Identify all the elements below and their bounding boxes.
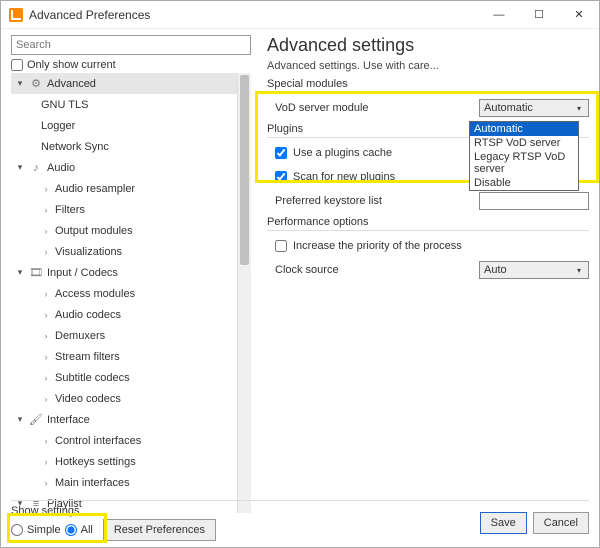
clock-source-label: Clock source: [267, 264, 479, 276]
tree-advanced[interactable]: ▾⚙Advanced: [11, 73, 237, 94]
save-button[interactable]: Save: [480, 512, 527, 534]
page-heading: Advanced settings: [267, 35, 589, 56]
show-settings-block: Show settings Simple All Reset Preferenc…: [11, 505, 216, 541]
radio-all[interactable]: All: [65, 524, 93, 536]
tree-output-modules[interactable]: ›Output modules: [11, 220, 237, 241]
tree-subtitle-codecs[interactable]: ›Subtitle codecs: [11, 367, 237, 388]
dropdown-option[interactable]: RTSP VoD server: [470, 136, 578, 150]
tree-logger[interactable]: Logger: [11, 115, 237, 136]
tree-scrollbar[interactable]: [237, 73, 251, 513]
radio-all-input[interactable]: [65, 524, 77, 536]
clock-source-row: Clock source Auto▾: [267, 259, 589, 281]
preferred-keystore-input[interactable]: [479, 192, 589, 210]
tree-stream-filters[interactable]: ›Stream filters: [11, 346, 237, 367]
tree-audio-resampler[interactable]: ›Audio resampler: [11, 178, 237, 199]
chevron-down-icon: ▾: [572, 102, 586, 114]
reset-preferences-button[interactable]: Reset Preferences: [103, 519, 216, 541]
radio-simple-input[interactable]: [11, 524, 23, 536]
tree-filters[interactable]: ›Filters: [11, 199, 237, 220]
scan-new-plugins-checkbox[interactable]: [275, 171, 287, 183]
tree-network-sync[interactable]: Network Sync: [11, 136, 237, 157]
audio-icon: ♪: [29, 161, 43, 175]
window-title: Advanced Preferences: [29, 8, 479, 22]
minimize-button[interactable]: —: [479, 1, 519, 29]
codec-icon: 🎞: [29, 266, 43, 280]
dropdown-option[interactable]: Automatic: [470, 122, 578, 136]
preferences-tree: ▾⚙Advanced GNU TLS Logger Network Sync ▾…: [11, 73, 251, 513]
chevron-down-icon: ▾: [572, 264, 586, 276]
page-subtitle: Advanced settings. Use with care...: [267, 60, 589, 72]
gear-icon: ⚙: [29, 77, 43, 91]
tree-video-codecs[interactable]: ›Video codecs: [11, 388, 237, 409]
tree-demuxers[interactable]: ›Demuxers: [11, 325, 237, 346]
vod-combo[interactable]: Automatic▾: [479, 99, 589, 117]
tree-interface[interactable]: ▾🖌Interface: [11, 409, 237, 430]
increase-priority-checkbox[interactable]: [275, 240, 287, 252]
tree-gnu-tls[interactable]: GNU TLS: [11, 94, 237, 115]
app-icon: [9, 8, 23, 22]
radio-simple[interactable]: Simple: [11, 524, 61, 536]
preferred-keystore-label: Preferred keystore list: [267, 195, 479, 207]
vod-label: VoD server module: [267, 102, 479, 114]
tree-hotkeys-settings[interactable]: ›Hotkeys settings: [11, 451, 237, 472]
section-performance: Performance options: [267, 216, 589, 228]
search-input[interactable]: [11, 35, 251, 55]
preferred-keystore-row: Preferred keystore list: [267, 190, 589, 212]
scan-new-plugins-label: Scan for new plugins: [293, 171, 395, 183]
vod-row: VoD server module Automatic▾: [267, 97, 589, 119]
only-show-current-label: Only show current: [27, 59, 116, 71]
maximize-button[interactable]: ☐: [519, 1, 559, 29]
section-special-modules: Special modules: [267, 78, 589, 90]
interface-icon: 🖌: [29, 413, 43, 427]
only-show-current-checkbox[interactable]: [11, 59, 23, 71]
scrollbar-thumb[interactable]: [240, 75, 249, 265]
tree-main-interfaces[interactable]: ›Main interfaces: [11, 472, 237, 493]
tree-audio[interactable]: ▾♪Audio: [11, 157, 237, 178]
use-plugins-cache-label: Use a plugins cache: [293, 147, 392, 159]
titlebar: Advanced Preferences — ☐ ✕: [1, 1, 599, 29]
tree-access-modules[interactable]: ›Access modules: [11, 283, 237, 304]
tree-audio-codecs[interactable]: ›Audio codecs: [11, 304, 237, 325]
body: Only show current ▾⚙Advanced GNU TLS Log…: [1, 29, 599, 513]
left-panel: Only show current ▾⚙Advanced GNU TLS Log…: [1, 29, 257, 513]
increase-priority-label: Increase the priority of the process: [293, 240, 462, 252]
vod-dropdown[interactable]: Automatic RTSP VoD server Legacy RTSP Vo…: [469, 121, 579, 191]
close-button[interactable]: ✕: [559, 1, 599, 29]
dropdown-option[interactable]: Disable: [470, 176, 578, 190]
footer: Show settings Simple All Reset Preferenc…: [11, 500, 589, 541]
tree-control-interfaces[interactable]: ›Control interfaces: [11, 430, 237, 451]
dropdown-option[interactable]: Legacy RTSP VoD server: [470, 150, 578, 176]
cancel-button[interactable]: Cancel: [533, 512, 589, 534]
use-plugins-cache-checkbox[interactable]: [275, 147, 287, 159]
only-show-current-row[interactable]: Only show current: [11, 59, 251, 71]
show-settings-label: Show settings: [11, 505, 216, 517]
increase-priority-row[interactable]: Increase the priority of the process: [267, 235, 589, 257]
tree-visualizations[interactable]: ›Visualizations: [11, 241, 237, 262]
tree-input-codecs[interactable]: ▾🎞Input / Codecs: [11, 262, 237, 283]
right-panel: Advanced settings Advanced settings. Use…: [257, 29, 599, 513]
clock-source-combo[interactable]: Auto▾: [479, 261, 589, 279]
